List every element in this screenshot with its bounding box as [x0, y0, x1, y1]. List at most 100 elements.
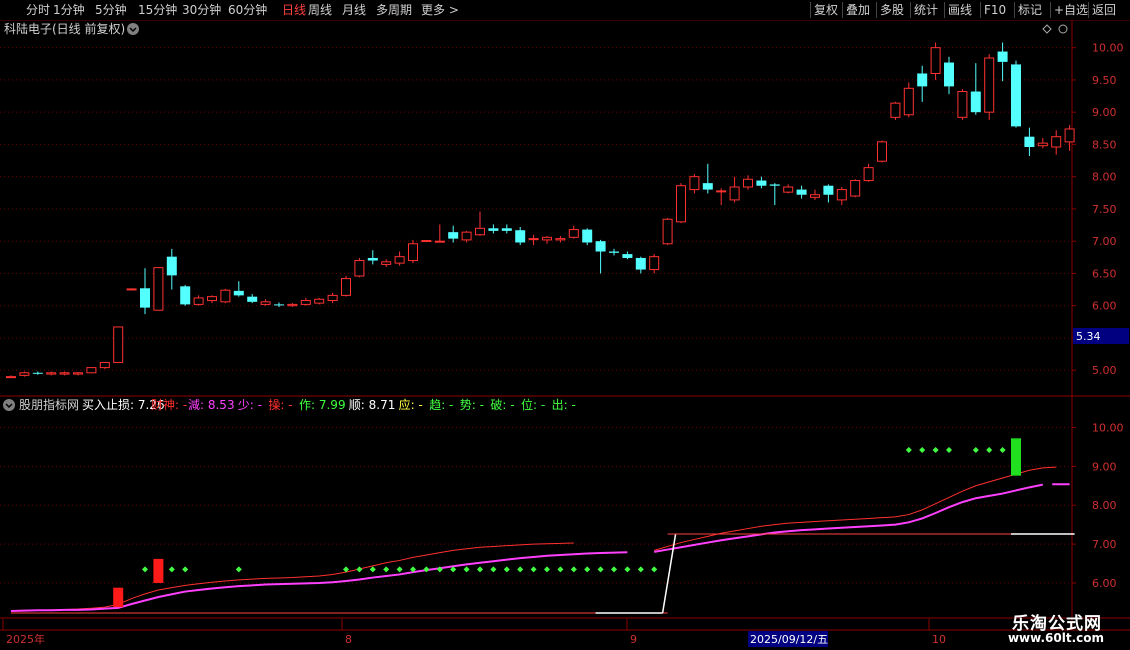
title-dropdown-icon [127, 23, 139, 35]
action-1[interactable]: 叠加 [846, 2, 870, 18]
action-5[interactable]: F10 [984, 2, 1006, 18]
candle-body-up [1064, 128, 1075, 143]
toolbar-separator [944, 2, 945, 18]
green-signal-dot [369, 566, 376, 573]
action-3[interactable]: 统计 [914, 2, 938, 18]
price-tick-label: 7.50 [1092, 203, 1117, 216]
action-0[interactable]: 复权 [814, 2, 838, 18]
green-signal-dot [651, 566, 658, 573]
candle-body-down [233, 290, 244, 296]
action-7[interactable]: +自选 [1054, 2, 1088, 18]
period-10[interactable]: 更多 > [421, 2, 459, 18]
candle-body-down [582, 229, 593, 243]
candle-body-up [890, 102, 901, 118]
action-4[interactable]: 画线 [948, 2, 972, 18]
indicator-tick-label: 9.00 [1092, 460, 1117, 473]
toolbar-separator [1088, 2, 1089, 18]
candle-body-up [461, 231, 472, 241]
green-signal-dot [356, 566, 363, 573]
candle-body-up [957, 91, 968, 118]
candle-body-up [930, 47, 941, 74]
toolbar-separator [1050, 2, 1051, 18]
candle-body-down [595, 241, 606, 252]
green-signal-dot [517, 566, 524, 573]
candle-body-up [327, 294, 338, 302]
toolbar-separator [842, 2, 843, 18]
candle-body-up [555, 238, 566, 241]
indicator-name: 股朋指标网 [19, 397, 79, 412]
green-signal-dot [557, 566, 564, 573]
price-tick-label: 8.00 [1092, 171, 1117, 184]
candle-body-up [46, 372, 57, 375]
toolbar-separator [910, 2, 911, 18]
indicator-value-label: 少: - [238, 398, 262, 412]
period-7[interactable]: 周线 [308, 2, 332, 18]
action-8[interactable]: 返回 [1092, 2, 1116, 18]
period-2[interactable]: 5分钟 [95, 2, 127, 18]
period-6[interactable]: 日线 [282, 2, 306, 18]
candle-body-up [434, 240, 445, 243]
action-2[interactable]: 多股 [880, 2, 904, 18]
period-0[interactable]: 分时 [26, 2, 50, 18]
green-signal-dot [624, 566, 631, 573]
indicator-dropdown-icon [3, 399, 15, 411]
indicator-value-label: 出: - [552, 398, 576, 412]
price-tick-label: 8.50 [1092, 138, 1117, 151]
green-signal-dot [396, 566, 403, 573]
candle-body-up [743, 178, 753, 188]
toolbar-separator [1014, 2, 1015, 18]
indicator-value-label: 破: - [490, 397, 514, 412]
candle-body-up [689, 176, 700, 191]
action-6[interactable]: 标记 [1018, 2, 1042, 18]
red-signal-bar [153, 558, 164, 583]
top-toolbar: 分时 1分钟 5分钟 15分钟 30分钟 60分钟 日线 周线 月线 多周期 更多 > 复权 叠加 多股统… [0, 0, 1130, 21]
indicator-tick-label: 7.00 [1092, 538, 1117, 551]
period-5[interactable]: 60分钟 [228, 2, 267, 18]
candle-body-up [59, 372, 70, 375]
candle-body-up [113, 326, 124, 363]
green-signal-dot [235, 566, 242, 573]
green-signal-dot [905, 447, 912, 453]
candle-body-up [287, 303, 298, 307]
candle-body-up [381, 261, 392, 265]
candle-body-down [1024, 136, 1035, 148]
period-3[interactable]: 15分钟 [138, 2, 177, 18]
green-signal-dot [611, 566, 617, 573]
candle-body-up [850, 180, 861, 197]
period-9[interactable]: 多周期 [376, 2, 412, 18]
toolbar-separator [980, 2, 981, 18]
candle-body-down [501, 228, 512, 231]
period-1[interactable]: 1分钟 [53, 2, 85, 18]
candle-body-down [917, 73, 928, 87]
period-4[interactable]: 30分钟 [182, 2, 221, 18]
candle-body-up [86, 367, 97, 374]
indicator-value-label: 操: - [268, 397, 292, 412]
green-signal-dot [972, 447, 979, 453]
candle-body-down [515, 230, 526, 243]
candle-body-down [970, 91, 981, 113]
candle-body-up [1037, 142, 1048, 147]
price-tick-label: 5.00 [1092, 364, 1117, 377]
candle-body-up [300, 300, 311, 305]
diamond-icon [1042, 24, 1052, 34]
indicator-value-label: 減: 8.53 [188, 397, 235, 412]
magenta-line-left [10, 551, 628, 612]
candle-body-down [488, 228, 499, 231]
candle-body-up [1051, 136, 1062, 148]
indicator-tick-label: 6.00 [1092, 577, 1117, 590]
candle-body-up [19, 372, 30, 376]
candle-body-up [220, 289, 231, 303]
cursor-date-label: 2025/09/12/五 [750, 633, 828, 646]
period-8[interactable]: 月线 [342, 2, 366, 18]
candle-body-down [796, 189, 807, 195]
candle-body-up [783, 186, 794, 193]
green-signal-dot [530, 566, 537, 573]
candle-body-down [274, 304, 284, 306]
indicator-value-label: 势: - [460, 398, 484, 412]
candle-body-down [1011, 64, 1021, 127]
chart-title: 科陆电子(日线 前复权) [4, 21, 125, 36]
stock-chart[interactable]: 10.009.509.008.508.007.507.006.506.005.5… [0, 20, 1130, 650]
candle-body-down [367, 257, 378, 261]
indicator-value-label: 位: - [521, 397, 545, 412]
candle-body-up [903, 87, 914, 116]
